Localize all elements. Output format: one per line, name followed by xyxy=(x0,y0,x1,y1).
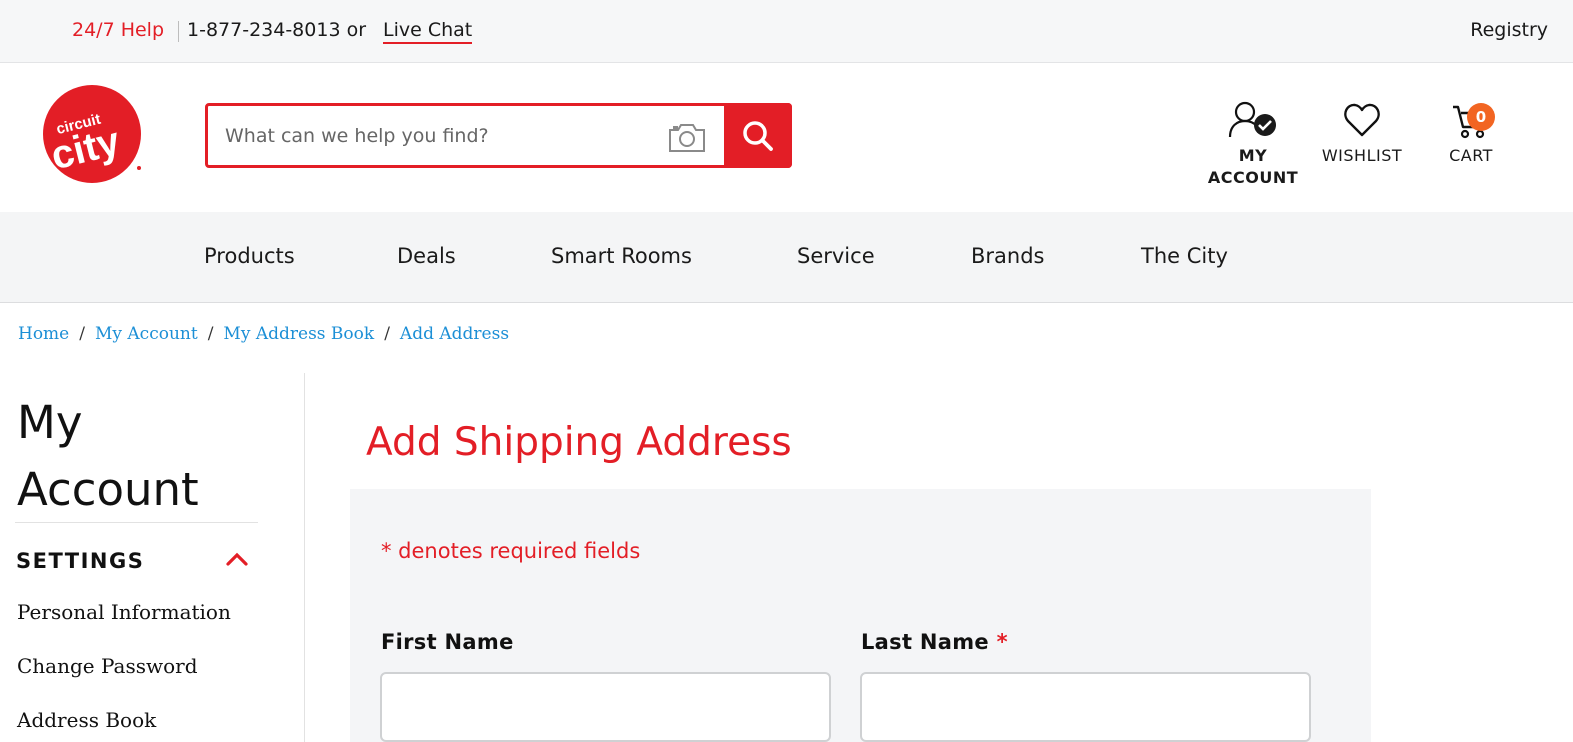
breadcrumb-address-book[interactable]: My Address Book xyxy=(223,324,374,344)
nav-smart-rooms[interactable]: Smart Rooms xyxy=(551,244,692,268)
nav-deals[interactable]: Deals xyxy=(397,244,456,268)
circuit-city-logo[interactable]: circuit city xyxy=(42,84,146,186)
address-form: * denotes required fields First Name Las… xyxy=(350,489,1371,742)
chevron-up-icon[interactable] xyxy=(225,551,249,567)
registry-link[interactable]: Registry xyxy=(1470,19,1548,41)
breadcrumb-add-address[interactable]: Add Address xyxy=(400,324,509,344)
search-button[interactable] xyxy=(724,103,792,168)
camera-icon[interactable] xyxy=(668,121,706,153)
wishlist-button[interactable]: WISHLIST xyxy=(1316,101,1408,167)
last-name-label: Last Name * xyxy=(861,630,1008,654)
breadcrumb-home[interactable]: Home xyxy=(18,324,69,344)
phone-number[interactable]: 1-877-234-8013 or xyxy=(187,19,366,41)
sidebar-item-personal-information[interactable]: Personal Information xyxy=(17,600,231,624)
settings-section-header[interactable]: SETTINGS xyxy=(16,549,144,573)
sidebar-item-address-book[interactable]: Address Book xyxy=(17,708,156,732)
search-bar xyxy=(205,103,792,168)
my-account-button[interactable]: MY ACCOUNT xyxy=(1203,101,1303,189)
nav-service[interactable]: Service xyxy=(797,244,875,268)
account-label-line1: MY xyxy=(1238,146,1268,165)
heart-icon xyxy=(1344,103,1380,137)
account-icon xyxy=(1228,101,1276,138)
nav-products[interactable]: Products xyxy=(204,244,295,268)
main-navigation: Products Deals Smart Rooms Service Brand… xyxy=(0,212,1573,303)
last-name-field[interactable] xyxy=(860,672,1311,742)
page-title: Add Shipping Address xyxy=(366,420,792,465)
nav-brands[interactable]: Brands xyxy=(971,244,1045,268)
first-name-field[interactable] xyxy=(380,672,831,742)
first-name-label: First Name xyxy=(381,630,514,654)
required-fields-note: * denotes required fields xyxy=(381,539,641,563)
search-icon xyxy=(743,120,773,151)
account-sidebar: My Account SETTINGS Personal Information… xyxy=(0,373,305,742)
top-utility-bar: 24/7 Help 1-877-234-8013 or Live Chat Re… xyxy=(0,0,1573,63)
sidebar-title: My Account xyxy=(17,396,199,516)
breadcrumb: Home / My Account / My Address Book / Add Addr… xyxy=(18,324,510,344)
cart-count-badge: 0 xyxy=(1467,103,1495,131)
breadcrumb-my-account[interactable]: My Account xyxy=(95,324,198,344)
cart-label: CART xyxy=(1449,146,1493,165)
nav-the-city[interactable]: The City xyxy=(1141,244,1228,268)
sidebar-item-change-password[interactable]: Change Password xyxy=(17,654,198,678)
help-label: 24/7 Help xyxy=(72,19,165,41)
live-chat-link[interactable]: Live Chat xyxy=(383,19,473,44)
wishlist-label: WISHLIST xyxy=(1321,146,1403,165)
cart-button[interactable]: 0 CART xyxy=(1432,101,1510,167)
divider xyxy=(178,21,179,42)
search-input[interactable] xyxy=(208,106,726,165)
account-label-line2: ACCOUNT xyxy=(1207,168,1299,187)
required-star: * xyxy=(996,630,1008,654)
divider xyxy=(15,522,258,523)
